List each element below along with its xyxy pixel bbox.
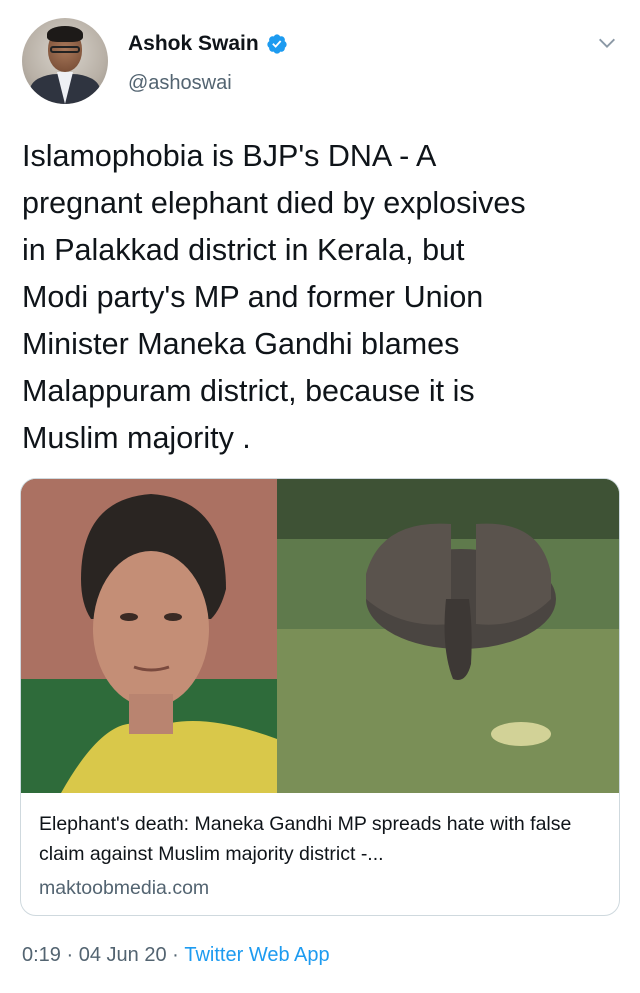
tweet-source-link[interactable]: Twitter Web App [184,944,329,967]
author-display-name[interactable]: Ashok Swain [128,32,259,56]
tweet-meta: 0:19 · 04 Jun 20 · Twitter Web App [22,944,330,967]
tweet-text: Islamophobia is BJP's DNA - A pregnant e… [22,139,526,455]
chevron-down-icon[interactable] [596,32,618,54]
avatar-glasses [50,46,80,53]
meta-separator-1: · [60,944,79,966]
meta-separator-2: · [166,944,185,966]
author-name-row: Ashok Swain [128,32,288,56]
link-card[interactable]: Elephant's death: Maneka Gandhi MP sprea… [20,478,620,916]
card-domain[interactable]: maktoobmedia.com [39,873,604,903]
author-avatar[interactable] [22,18,108,104]
avatar-hair [47,26,83,42]
author-handle[interactable]: @ashoswai [128,72,232,95]
tweet-time[interactable]: 0:19 [22,944,61,967]
card-text: Elephant's death: Maneka Gandhi MP sprea… [39,809,604,903]
card-image [21,479,619,793]
tweet-date[interactable]: 04 Jun 20 [79,944,167,967]
card-headline[interactable]: Elephant's death: Maneka Gandhi MP sprea… [39,809,604,869]
verified-badge-icon [267,34,287,54]
